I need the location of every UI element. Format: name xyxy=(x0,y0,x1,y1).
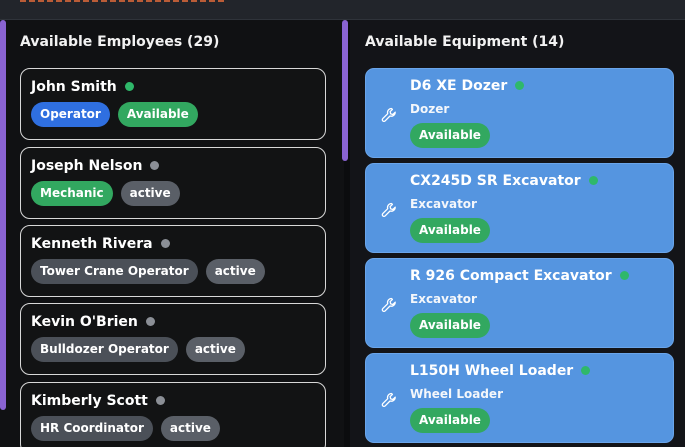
status-badge: Available xyxy=(410,408,490,433)
employee-name: Kenneth Rivera xyxy=(31,236,153,252)
equipment-name-row: R 926 Compact Excavator xyxy=(410,268,629,284)
status-badge: active xyxy=(205,259,265,284)
equipment-panel: Available Equipment (14) D6 XE Dozer Doz… xyxy=(350,20,685,447)
equipment-card[interactable]: L150H Wheel Loader Wheel Loader Availabl… xyxy=(365,353,674,443)
equipment-name: R 926 Compact Excavator xyxy=(410,268,612,284)
offline-status-dot xyxy=(155,395,165,405)
employee-name: Kevin O'Brien xyxy=(31,314,138,330)
status-badge: Available xyxy=(410,123,490,148)
online-status-dot xyxy=(588,175,598,185)
status-badge: Available xyxy=(410,218,490,243)
online-status-dot xyxy=(619,270,629,280)
role-badge: Mechanic xyxy=(31,181,113,206)
employee-card[interactable]: Kenneth Rivera Tower Crane Operator acti… xyxy=(20,225,326,297)
employee-card[interactable]: Kevin O'Brien Bulldozer Operator active xyxy=(20,303,326,375)
employee-name-row: Kevin O'Brien xyxy=(31,314,155,330)
equipment-type: Excavator xyxy=(410,197,477,211)
equipment-type: Dozer xyxy=(410,102,450,116)
offline-status-dot xyxy=(160,238,170,248)
equipment-panel-title: Available Equipment (14) xyxy=(365,34,565,50)
equipment-name: CX245D SR Excavator xyxy=(410,173,581,189)
status-badge: Available xyxy=(117,102,198,127)
equipment-name: L150H Wheel Loader xyxy=(410,363,574,379)
offline-status-dot xyxy=(150,160,160,170)
equipment-name-row: D6 XE Dozer xyxy=(410,78,525,94)
role-badge: HR Coordinator xyxy=(31,416,153,441)
employee-name-row: Kimberly Scott xyxy=(31,393,165,409)
role-badge: Operator xyxy=(31,102,110,127)
online-status-dot xyxy=(515,80,525,90)
status-badge: active xyxy=(120,181,180,206)
equipment-name-row: CX245D SR Excavator xyxy=(410,173,598,189)
employee-name-row: Joseph Nelson xyxy=(31,158,160,174)
status-badge: active xyxy=(185,337,245,362)
status-badge: active xyxy=(160,416,220,441)
status-badge: Available xyxy=(410,313,490,338)
online-status-dot xyxy=(124,81,134,91)
offline-status-dot xyxy=(145,316,155,326)
wrench-icon xyxy=(381,392,396,407)
role-badge: Bulldozer Operator xyxy=(31,337,178,362)
equipment-card[interactable]: D6 XE Dozer Dozer Available xyxy=(365,68,674,158)
employees-panel: Available Employees (29) John Smith Oper… xyxy=(0,20,344,447)
wrench-icon xyxy=(381,297,396,312)
online-status-dot xyxy=(581,365,591,375)
top-bar xyxy=(0,0,685,20)
employee-card[interactable]: John Smith Operator Available xyxy=(20,68,326,140)
equipment-card[interactable]: CX245D SR Excavator Excavator Available xyxy=(365,163,674,253)
equipment-name: D6 XE Dozer xyxy=(410,78,508,94)
employee-name: Joseph Nelson xyxy=(31,158,143,174)
wrench-icon xyxy=(381,202,396,217)
employees-panel-title: Available Employees (29) xyxy=(20,34,220,50)
wrench-icon xyxy=(381,107,396,122)
employee-name: Kimberly Scott xyxy=(31,393,148,409)
equipment-name-row: L150H Wheel Loader xyxy=(410,363,591,379)
role-badge: Tower Crane Operator xyxy=(31,259,198,284)
equipment-scrollbar[interactable] xyxy=(342,20,348,161)
equipment-type: Wheel Loader xyxy=(410,387,503,401)
employee-card[interactable]: Kimberly Scott HR Coordinator active xyxy=(20,382,326,447)
top-accent-line xyxy=(20,0,224,2)
equipment-card[interactable]: R 926 Compact Excavator Excavator Availa… xyxy=(365,258,674,348)
employee-name: John Smith xyxy=(31,79,117,95)
employee-card[interactable]: Joseph Nelson Mechanic active xyxy=(20,147,326,219)
employees-scrollbar[interactable] xyxy=(0,20,6,410)
employee-name-row: Kenneth Rivera xyxy=(31,236,170,252)
equipment-type: Excavator xyxy=(410,292,477,306)
employee-name-row: John Smith xyxy=(31,79,134,95)
